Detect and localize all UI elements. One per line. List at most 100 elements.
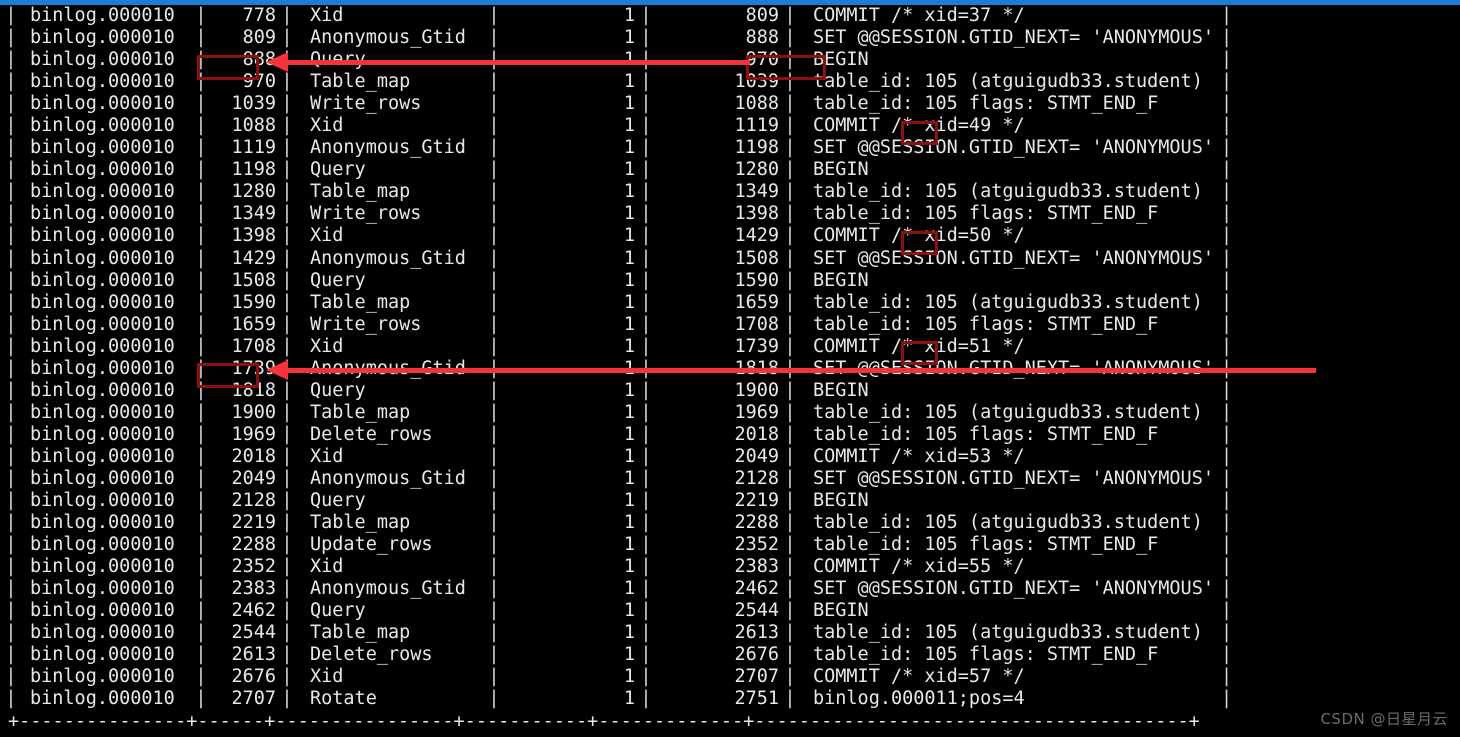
row-left-border: | [5, 357, 17, 379]
cell-sep-2: | [281, 445, 293, 467]
cell-sep-1: | [195, 423, 207, 445]
cell-pos: 1659 [231, 313, 276, 335]
table-row: | binlog.000010 | 1398 | Xid | 1 | 1429 | COMMIT /*… [0, 225, 1460, 247]
cell-sep-1: | [195, 313, 207, 335]
cell-event-type: Table_map [310, 291, 411, 313]
cell-sep-5: | [784, 71, 796, 93]
cell-sep-5: | [784, 467, 796, 489]
row-left-border: | [5, 71, 17, 93]
row-left-border: | [5, 423, 17, 445]
cell-log-name: binlog.000010 [30, 357, 175, 379]
cell-info: BEGIN [813, 379, 869, 401]
cell-info: table_id: 105 flags: STMT_END_F [813, 534, 1159, 556]
cell-log-name: binlog.000010 [30, 379, 175, 401]
cell-sep-4: | [640, 401, 652, 423]
row-right-border: | [1221, 445, 1233, 467]
cell-info: table_id: 105 (atguigudb33.student) [813, 512, 1203, 534]
cell-sep-1: | [195, 622, 207, 644]
cell-server-id: 1 [623, 269, 635, 291]
cell-end-log-pos: 1969 [734, 401, 779, 423]
cell-event-type: Xid [310, 666, 344, 688]
cell-sep-3: | [488, 688, 500, 710]
cell-info: table_id: 105 (atguigudb33.student) [813, 291, 1203, 313]
cell-sep-1: | [195, 490, 207, 512]
cell-server-id: 1 [623, 5, 635, 26]
table-row: | binlog.000010 | 1590 | Table_map | 1 | 1659 | tab… [0, 292, 1460, 314]
row-right-border: | [1221, 71, 1233, 93]
cell-sep-1: | [195, 247, 207, 269]
table-row: | binlog.000010 | 2613 | Delete_rows | 1 | 2676 | t… [0, 644, 1460, 666]
cell-sep-4: | [640, 203, 652, 225]
table-row: | binlog.000010 | 888 | Query | 1 | 970 | BEGIN | [0, 49, 1460, 71]
cell-end-log-pos: 1429 [734, 225, 779, 247]
cell-sep-4: | [640, 423, 652, 445]
cell-server-id: 1 [623, 291, 635, 313]
cell-end-log-pos: 2383 [734, 556, 779, 578]
cell-sep-5: | [784, 181, 796, 203]
table-row: | binlog.000010 | 2352 | Xid | 1 | 2383 | COMMIT /*… [0, 556, 1460, 578]
row-left-border: | [5, 688, 17, 710]
row-right-border: | [1221, 556, 1233, 578]
cell-pos: 2707 [231, 688, 276, 710]
row-left-border: | [5, 534, 17, 556]
cell-sep-3: | [488, 644, 500, 666]
cell-sep-4: | [640, 247, 652, 269]
cell-server-id: 1 [623, 247, 635, 269]
table-row: | binlog.000010 | 2462 | Query | 1 | 2544 | BEGIN | [0, 600, 1460, 622]
row-left-border: | [5, 159, 17, 181]
cell-sep-5: | [784, 534, 796, 556]
cell-sep-5: | [784, 93, 796, 115]
row-left-border: | [5, 622, 17, 644]
table-row: | binlog.000010 | 2707 | Rotate | 1 | 2751 | binlog… [0, 688, 1460, 710]
cell-sep-4: | [640, 490, 652, 512]
cell-end-log-pos: 2613 [734, 622, 779, 644]
row-right-border: | [1221, 247, 1233, 269]
row-right-border: | [1221, 578, 1233, 600]
row-left-border: | [5, 247, 17, 269]
cell-sep-4: | [640, 269, 652, 291]
cell-event-type: Query [310, 490, 366, 512]
cell-sep-3: | [488, 423, 500, 445]
table-row: | binlog.000010 | 2049 | Anonymous_Gtid | 1 | 212… [0, 468, 1460, 490]
cell-pos: 1280 [231, 181, 276, 203]
cell-event-type: Delete_rows [310, 644, 433, 666]
cell-sep-4: | [640, 357, 652, 379]
cell-sep-5: | [784, 203, 796, 225]
row-left-border: | [5, 335, 17, 357]
cell-log-name: binlog.000010 [30, 622, 175, 644]
cell-end-log-pos: 2462 [734, 578, 779, 600]
row-left-border: | [5, 291, 17, 313]
cell-sep-1: | [195, 137, 207, 159]
cell-sep-1: | [195, 181, 207, 203]
cell-log-name: binlog.000010 [30, 666, 175, 688]
cell-sep-5: | [784, 490, 796, 512]
cell-log-name: binlog.000010 [30, 225, 175, 247]
table-row: | binlog.000010 | 2128 | Query | 1 | 2219 | BEGIN | [0, 490, 1460, 512]
cell-pos: 1739 [231, 357, 276, 379]
cell-server-id: 1 [623, 423, 635, 445]
row-right-border: | [1221, 357, 1233, 379]
cell-sep-1: | [195, 512, 207, 534]
cell-end-log-pos: 2049 [734, 445, 779, 467]
cell-sep-4: | [640, 225, 652, 247]
cell-sep-2: | [281, 490, 293, 512]
table-row: | binlog.000010 | 970 | Table_map | 1 | 1039 | tabl… [0, 71, 1460, 93]
cell-sep-4: | [640, 644, 652, 666]
table-bottom-border: +---------------+------+----------------… [8, 710, 1200, 732]
cell-pos: 2352 [231, 556, 276, 578]
cell-sep-2: | [281, 688, 293, 710]
cell-sep-4: | [640, 600, 652, 622]
cell-server-id: 1 [623, 379, 635, 401]
cell-sep-2: | [281, 115, 293, 137]
csdn-watermark: CSDN @日星月云 [1320, 710, 1448, 728]
row-left-border: | [5, 93, 17, 115]
row-right-border: | [1221, 688, 1233, 710]
cell-end-log-pos: 888 [745, 27, 779, 49]
row-right-border: | [1221, 335, 1233, 357]
table-row: | binlog.000010 | 1280 | Table_map | 1 | 1349 | tab… [0, 181, 1460, 203]
cell-sep-5: | [784, 445, 796, 467]
row-left-border: | [5, 556, 17, 578]
cell-sep-4: | [640, 115, 652, 137]
cell-pos: 970 [242, 71, 276, 93]
row-right-border: | [1221, 27, 1233, 49]
